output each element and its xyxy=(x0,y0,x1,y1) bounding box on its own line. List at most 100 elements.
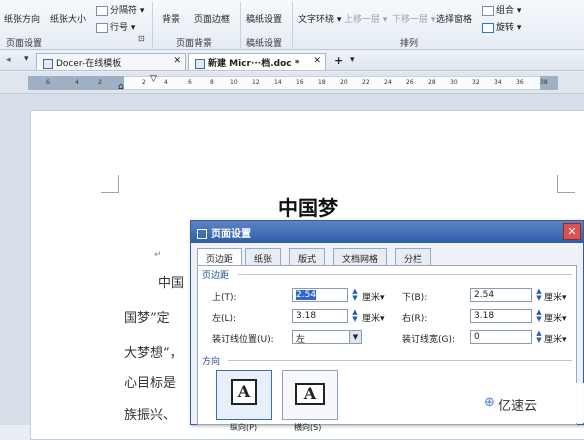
body-text-line[interactable]: 心目标是 xyxy=(124,372,176,391)
gutter-width-spinner[interactable]: ▲ ▼ xyxy=(534,330,544,344)
rotate-icon xyxy=(482,22,494,33)
close-tab-icon[interactable]: ✕ xyxy=(313,56,321,66)
ribbon-divider xyxy=(152,2,153,48)
gutter-width-label: 装订线宽(G): xyxy=(402,335,456,345)
send-backward-button[interactable]: 下移一层 ▾ xyxy=(392,12,435,25)
dialog-launcher-icon[interactable]: ⊡ xyxy=(138,34,145,43)
paragraph-mark-icon: ↵ xyxy=(154,250,162,260)
ruler-tick: 10 xyxy=(230,79,238,86)
tab-paper[interactable]: 纸张 xyxy=(245,248,282,266)
gutter-width-input[interactable]: 0 xyxy=(470,330,532,344)
tab-dropdown-icon[interactable]: ▾ xyxy=(350,55,355,65)
body-text-line[interactable]: 国梦”定 xyxy=(124,307,170,326)
left-margin-input[interactable]: 3.18 xyxy=(292,309,348,323)
ruler-tick: 28 xyxy=(428,79,436,86)
ribbon-toolbar: 纸张方向 纸张大小 分隔符 ▾ 行号 ▾ 背景 页面边框 稿纸设置 文字环绕 ▾… xyxy=(0,0,584,50)
manuscript-setting-button[interactable]: 稿纸设置 xyxy=(246,12,282,25)
tab-docer[interactable]: Docer-在线模板 ✕ xyxy=(36,53,186,70)
paper-direction-button[interactable]: 纸张方向 xyxy=(4,12,40,25)
new-tab-button[interactable]: + xyxy=(334,54,343,67)
ruler-tick: 16 xyxy=(296,79,304,86)
gutter-width-unit[interactable]: 厘米▾ xyxy=(544,332,567,345)
separator-button[interactable]: 分隔符 ▾ xyxy=(96,3,144,16)
ruler-tick: 26 xyxy=(406,79,414,86)
group-label-manuscript: 稿纸设置 xyxy=(246,39,283,49)
right-margin-spinner[interactable]: ▲ ▼ xyxy=(534,309,544,323)
ruler-tick: 38 xyxy=(540,79,548,86)
bottom-margin-unit[interactable]: 厘米▾ xyxy=(544,290,567,303)
docer-icon xyxy=(43,58,53,69)
tab-document-grid[interactable]: 文档网格 xyxy=(333,248,388,266)
ruler-tick: 4 xyxy=(164,79,168,86)
selection-pane-button[interactable]: 选择窗格 xyxy=(436,12,472,25)
menu-icon[interactable]: ▾ xyxy=(24,54,29,64)
document-tab-bar: ◂ ▾ Docer-在线模板 ✕ 新建 Micr···档.doc * ✕ + ▾ xyxy=(0,51,584,71)
page-border-button[interactable]: 页面边框 xyxy=(194,12,230,25)
document-title[interactable]: 中国梦 xyxy=(278,192,338,221)
tab-columns[interactable]: 分栏 xyxy=(395,248,432,266)
ruler-tick: 6 xyxy=(46,79,50,86)
right-margin-unit[interactable]: 厘米▾ xyxy=(544,311,567,324)
ruler-tick: 30 xyxy=(450,79,458,86)
line-number-button[interactable]: 行号 ▾ xyxy=(96,20,135,33)
text-wrap-button[interactable]: 文字环绕 ▾ xyxy=(298,12,341,25)
ruler-tick: 12 xyxy=(252,79,260,86)
ruler-tick: 34 xyxy=(494,79,502,86)
nav-arrow-icon[interactable]: ◂ xyxy=(6,55,11,65)
dialog-app-icon xyxy=(197,229,207,239)
top-margin-unit[interactable]: 厘米▾ xyxy=(362,290,385,303)
paper-size-button[interactable]: 纸张大小 xyxy=(50,12,86,25)
margin-corner-mark xyxy=(101,175,119,193)
watermark-logo-icon: ⊕ xyxy=(484,395,495,410)
ruler-tick: 14 xyxy=(274,79,282,86)
chevron-down-icon[interactable]: ▼ xyxy=(349,331,361,343)
indent-marker-icon[interactable]: ⌂ xyxy=(118,82,124,92)
body-text-line[interactable]: 中国 xyxy=(158,272,184,291)
group-button[interactable]: 组合 ▾ xyxy=(482,3,521,16)
ruler-tick: 20 xyxy=(340,79,348,86)
tab-layout[interactable]: 版式 xyxy=(289,248,326,266)
body-text-line[interactable]: 大梦想”， xyxy=(124,342,183,361)
gutter-position-label: 装订线位置(U): xyxy=(212,335,274,345)
watermark-text: 亿速云 xyxy=(498,399,538,414)
left-margin-spinner[interactable]: ▲ ▼ xyxy=(350,309,360,323)
bring-forward-button[interactable]: 上移一层 ▾ xyxy=(344,12,387,25)
background-button[interactable]: 背景 xyxy=(162,12,180,25)
close-tab-icon[interactable]: ✕ xyxy=(173,56,181,66)
right-margin-input[interactable]: 3.18 xyxy=(470,309,532,323)
ruler-tick: 4 xyxy=(75,79,79,86)
section-divider xyxy=(228,360,572,361)
portrait-label: 纵向(P) xyxy=(230,423,258,432)
first-line-indent-icon[interactable]: ▽ xyxy=(150,74,157,84)
horizontal-ruler[interactable]: 6 4 2 ⌂ 2 ▽ 4 6 8 10 12 14 16 18 20 22 2… xyxy=(0,72,584,94)
left-margin-label: 左(L): xyxy=(212,314,237,324)
watermark: ⊕ 亿速云 xyxy=(484,383,584,423)
body-text-line[interactable]: 族振兴、 xyxy=(124,404,176,423)
ruler-tick: 6 xyxy=(188,79,192,86)
ruler-tick: 2 xyxy=(142,79,146,86)
group-label-arrange: 排列 xyxy=(400,39,419,49)
bottom-margin-spinner[interactable]: ▲ ▼ xyxy=(534,288,544,302)
group-label-page-setup: 页面设置 xyxy=(6,39,43,49)
landscape-option[interactable]: A xyxy=(282,370,338,420)
dialog-titlebar[interactable]: 页面设置 ✕ xyxy=(191,221,583,243)
ruler-tick: 36 xyxy=(516,79,524,86)
top-margin-label: 上(T): xyxy=(212,293,237,303)
ruler-tick: 8 xyxy=(210,79,214,86)
bottom-margin-input[interactable]: 2.54 xyxy=(470,288,532,302)
top-margin-spinner[interactable]: ▲ ▼ xyxy=(350,288,360,302)
margin-corner-mark xyxy=(557,175,575,193)
gutter-position-select[interactable]: 左 ▼ xyxy=(292,330,362,345)
section-margins-label: 页边距 xyxy=(202,271,230,281)
dialog-title: 页面设置 xyxy=(211,229,251,240)
rotate-button[interactable]: 旋转 ▾ xyxy=(482,20,521,33)
line-number-icon xyxy=(96,22,108,33)
top-margin-input[interactable]: 2.54 xyxy=(292,288,348,302)
portrait-option[interactable]: A xyxy=(216,370,272,420)
portrait-page-icon: A xyxy=(231,379,257,405)
document-icon xyxy=(195,58,205,69)
bottom-margin-label: 下(B): xyxy=(402,293,428,303)
close-button[interactable]: ✕ xyxy=(563,223,581,240)
left-margin-unit[interactable]: 厘米▾ xyxy=(362,311,385,324)
tab-document[interactable]: 新建 Micr···档.doc * ✕ xyxy=(188,53,326,70)
